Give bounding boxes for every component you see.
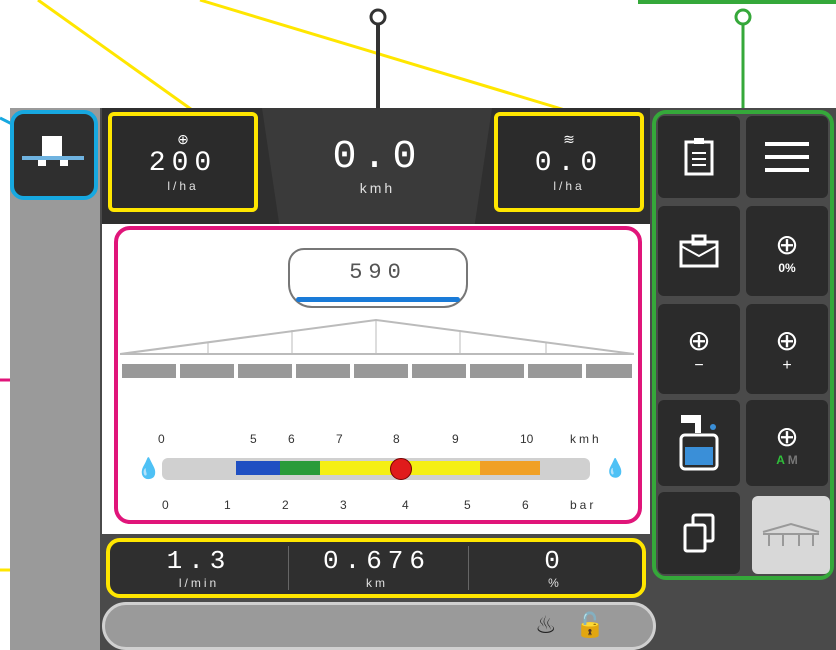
status-bar: ♨ 🔓 — [102, 602, 656, 650]
notes-button[interactable] — [658, 116, 740, 198]
rate-increase-button[interactable]: ⊕ + — [746, 304, 828, 394]
speed-tick: 5 — [250, 432, 257, 446]
boom-section-4 — [296, 364, 350, 378]
gauge-zone-blue — [236, 461, 280, 475]
boom-section-2 — [180, 364, 234, 378]
flow-value: 1.3 — [166, 546, 232, 576]
flow-cell[interactable]: 1.3 l/min — [110, 542, 288, 594]
flow-icon: ≋ — [563, 131, 575, 147]
tank-fill-button[interactable] — [658, 400, 740, 486]
tank-fill-icon — [679, 415, 719, 471]
tank: 590 — [288, 248, 468, 308]
distance-unit: km — [366, 576, 388, 590]
minus-label: − — [694, 356, 704, 374]
target-icon: ⊕ — [775, 420, 799, 452]
menu-button[interactable] — [746, 116, 828, 198]
gauge-needle — [390, 458, 412, 480]
boom-diagram — [120, 318, 634, 355]
rate-set-value: 200 — [148, 148, 218, 179]
speed-tick: 10 — [520, 432, 534, 446]
pressure-tick: 4 — [402, 498, 409, 512]
auto-manual-button[interactable]: ⊕ A M — [746, 400, 828, 486]
percent-unit: % — [548, 576, 562, 590]
plus-label: + — [782, 356, 792, 374]
pressure-tick: 2 — [282, 498, 289, 512]
pressure-tick: 5 — [464, 498, 471, 512]
boom-section-6 — [412, 364, 466, 378]
tank-level-bar — [296, 297, 460, 302]
flow-unit: l/min — [178, 576, 220, 590]
copy-button[interactable] — [658, 492, 740, 574]
speed-tick: 6 — [288, 432, 295, 446]
sprayer-view-button[interactable] — [10, 110, 98, 200]
spray-icon: ♨ — [535, 612, 557, 639]
boom-section-5 — [354, 364, 408, 378]
distance-cell[interactable]: 0.676 km — [288, 542, 466, 594]
callout-dot-green — [734, 8, 752, 26]
percent-value: 0 — [544, 546, 566, 576]
target-icon: ⊕ — [177, 131, 189, 147]
speed-unit: kmh — [359, 179, 396, 196]
speed-tick: 0 — [158, 432, 165, 446]
boom-section-7 — [470, 364, 524, 378]
callout-line-rate-set — [37, 0, 196, 114]
sprayer-icon — [22, 136, 84, 166]
target-icon: ⊕ — [775, 228, 799, 260]
speed-scale-unit: kmh — [570, 432, 602, 446]
rate-decrease-button[interactable]: ⊕ − — [658, 304, 740, 394]
target-icon: ⊕ — [775, 324, 799, 356]
manual-label: M — [787, 452, 798, 467]
pressure-tick: 3 — [340, 498, 347, 512]
clipboard-icon — [684, 138, 714, 176]
bottom-info-bar: 1.3 l/min 0.676 km 0 % — [106, 538, 646, 598]
pressure-tick: 6 — [522, 498, 529, 512]
boom-section-3 — [238, 364, 292, 378]
percent-cell[interactable]: 0 % — [468, 542, 642, 594]
rate-set-display[interactable]: ⊕ 200 l/ha — [108, 112, 258, 212]
copy-icon — [683, 513, 715, 553]
rate-set-unit: l/ha — [167, 179, 199, 193]
gauge-zone-orange — [480, 461, 540, 475]
briefcase-icon — [679, 234, 719, 268]
auto-label: A — [776, 452, 785, 467]
drop-icon-left: 💧 — [136, 458, 161, 480]
pressure-tick: 0 — [162, 498, 169, 512]
speed-tick: 8 — [393, 432, 400, 446]
speed-value: 0.0 — [332, 134, 423, 180]
rate-actual-value: 0.0 — [534, 148, 604, 179]
tank-volume: 590 — [349, 260, 407, 285]
hamburger-icon — [765, 142, 809, 172]
speed-display: 0.0 kmh — [285, 115, 470, 215]
distance-value: 0.676 — [322, 546, 431, 576]
target-percent-button[interactable]: ⊕ 0% — [746, 206, 828, 296]
boom-sections-button[interactable] — [752, 496, 830, 574]
gauge-zone-green — [280, 461, 320, 475]
boom-icon — [762, 522, 820, 546]
target-percent-value: 0% — [778, 260, 796, 275]
job-button[interactable] — [658, 206, 740, 296]
drop-icon-right: 💧 — [604, 458, 627, 478]
boom-section-9 — [586, 364, 632, 378]
rate-actual-unit: l/ha — [553, 179, 585, 193]
pressure-scale-unit: bar — [570, 498, 597, 512]
speed-tick: 9 — [452, 432, 459, 446]
rate-actual-display[interactable]: ≋ 0.0 l/ha — [494, 112, 644, 212]
boom-section-1 — [122, 364, 176, 378]
target-icon: ⊕ — [687, 324, 711, 356]
lock-icon[interactable]: 🔓 — [575, 611, 605, 640]
callout-dot-speed — [369, 8, 387, 26]
pressure-tick: 1 — [224, 498, 231, 512]
boom-section-8 — [528, 364, 582, 378]
speed-tick: 7 — [336, 432, 343, 446]
